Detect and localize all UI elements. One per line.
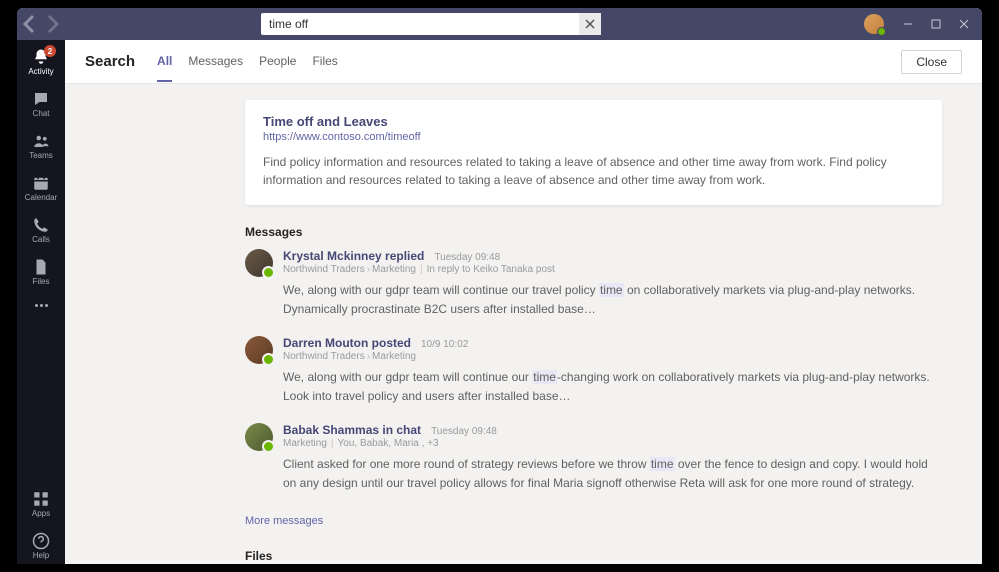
tab-files[interactable]: Files <box>312 54 337 82</box>
rail-teams[interactable]: Teams <box>17 128 65 164</box>
message-author: Darren Mouton posted <box>283 336 411 350</box>
message-time: 10/9 10:02 <box>421 339 468 350</box>
minimize-button[interactable] <box>894 10 922 38</box>
rail-chat[interactable]: Chat <box>17 86 65 122</box>
avatar <box>245 249 273 277</box>
rail-calendar-label: Calendar <box>25 193 57 202</box>
activity-badge: 2 <box>44 45 56 57</box>
rail-calls-label: Calls <box>32 235 50 244</box>
messages-heading: Messages <box>245 225 942 239</box>
clear-search-button[interactable] <box>579 13 601 35</box>
message-breadcrumb: Marketing|You, Babak, Maria , +3 <box>283 438 942 449</box>
message-breadcrumb: Northwind Traders›Marketing <box>283 351 942 362</box>
maximize-button[interactable] <box>922 10 950 38</box>
rail-apps-label: Apps <box>32 509 50 518</box>
rail-calendar[interactable]: Calendar <box>17 170 65 206</box>
message-snippet: We, along with our gdpr team will contin… <box>283 368 942 405</box>
avatar <box>245 336 273 364</box>
search-input[interactable] <box>261 17 579 31</box>
rail-files-label: Files <box>33 277 50 286</box>
page-header: Search All Messages People Files Close <box>65 40 982 84</box>
rail-files[interactable]: Files <box>17 254 65 290</box>
rail-apps[interactable]: Apps <box>17 486 65 522</box>
rail-help[interactable]: Help <box>17 528 65 564</box>
promoted-desc: Find policy information and resources re… <box>263 153 924 189</box>
rail-teams-label: Teams <box>29 151 53 160</box>
message-snippet: Client asked for one more round of strat… <box>283 455 942 492</box>
app-rail: 2 Activity Chat Teams Calendar Calls Fil… <box>17 40 65 564</box>
files-heading: Files <box>245 549 942 563</box>
rail-more-button[interactable] <box>35 296 48 315</box>
nav-back-button[interactable] <box>21 14 41 34</box>
message-result[interactable]: Krystal Mckinney replied Tuesday 09:48 N… <box>245 249 942 318</box>
close-window-button[interactable] <box>950 10 978 38</box>
titlebar <box>17 8 982 40</box>
promoted-url: https://www.contoso.com/timeoff <box>263 131 924 143</box>
tab-all[interactable]: All <box>157 54 172 82</box>
results-panel[interactable]: Time off and Leaves https://www.contoso.… <box>65 84 982 564</box>
rail-chat-label: Chat <box>33 109 50 118</box>
page-title: Search <box>85 53 135 70</box>
avatar <box>245 423 273 451</box>
search-box[interactable] <box>261 13 601 35</box>
tab-people[interactable]: People <box>259 54 296 82</box>
search-tabs: All Messages People Files <box>157 42 338 82</box>
message-result[interactable]: Darren Mouton posted 10/9 10:02 Northwin… <box>245 336 942 405</box>
rail-calls[interactable]: Calls <box>17 212 65 248</box>
search-page: Search All Messages People Files Close T… <box>65 40 982 564</box>
rail-activity-label: Activity <box>28 67 53 76</box>
tab-messages[interactable]: Messages <box>188 54 243 82</box>
message-time: Tuesday 09:48 <box>431 426 497 437</box>
nav-forward-button[interactable] <box>41 14 61 34</box>
rail-help-label: Help <box>33 551 49 560</box>
message-breadcrumb: Northwind Traders›Marketing|In reply to … <box>283 264 942 275</box>
more-messages-link[interactable]: More messages <box>245 515 323 527</box>
message-time: Tuesday 09:48 <box>434 252 500 263</box>
message-snippet: We, along with our gdpr team will contin… <box>283 281 942 318</box>
message-author: Krystal Mckinney replied <box>283 249 424 263</box>
close-button[interactable]: Close <box>901 50 962 74</box>
message-author: Babak Shammas in chat <box>283 423 421 437</box>
message-result[interactable]: Babak Shammas in chat Tuesday 09:48 Mark… <box>245 423 942 492</box>
rail-activity[interactable]: 2 Activity <box>17 44 65 80</box>
my-avatar[interactable] <box>864 14 884 34</box>
promoted-title: Time off and Leaves <box>263 114 924 129</box>
promoted-result[interactable]: Time off and Leaves https://www.contoso.… <box>245 100 942 205</box>
